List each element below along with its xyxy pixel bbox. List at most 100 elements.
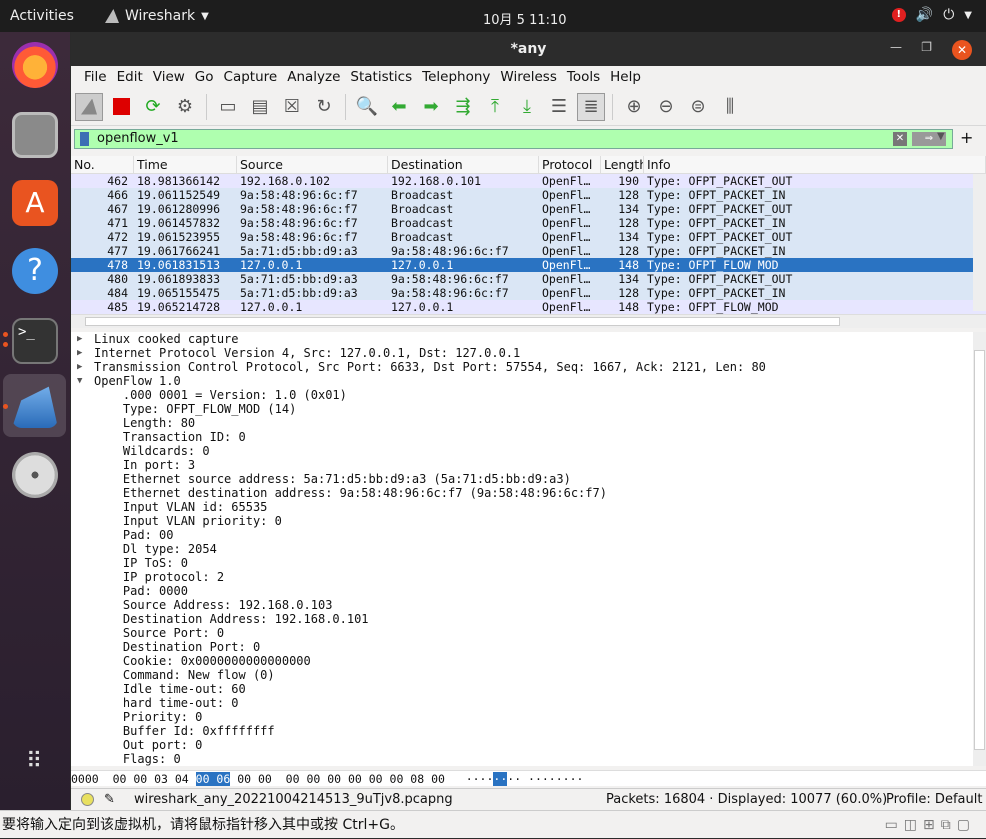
detail-row[interactable]: Input VLAN id: 65535 <box>71 500 986 514</box>
help-icon[interactable]: ? <box>12 248 58 294</box>
restart-capture-icon[interactable]: ⟳ <box>139 93 167 121</box>
detail-row[interactable]: ▼ OpenFlow 1.0 <box>71 374 986 388</box>
expand-icon[interactable]: ▶ <box>77 346 82 360</box>
expand-icon[interactable]: ▶ <box>77 332 82 346</box>
clear-filter-icon[interactable]: ✕ <box>893 132 907 146</box>
detail-row[interactable]: IP protocol: 2 <box>71 570 986 584</box>
column-length[interactable]: Length <box>601 156 644 173</box>
go-back-icon[interactable]: ⬅ <box>385 93 413 121</box>
app-grid-icon[interactable]: ⠿ <box>12 751 58 798</box>
open-file-icon[interactable]: ▭ <box>214 93 242 121</box>
column-no[interactable]: No. <box>71 156 134 173</box>
packet-row[interactable]: 485 19.065214728 127.0.0.1 127.0.0.1 OpenFl…… <box>71 300 986 314</box>
detail-row[interactable]: Pad: 0000 <box>71 584 986 598</box>
find-packet-icon[interactable]: 🔍 <box>353 93 381 121</box>
menu-edit[interactable]: Edit <box>112 69 148 85</box>
expand-icon[interactable]: ▶ <box>77 360 82 374</box>
detail-row[interactable]: Transaction ID: 0 <box>71 430 986 444</box>
go-forward-icon[interactable]: ➡ <box>417 93 445 121</box>
reload-icon[interactable]: ↻ <box>310 93 338 121</box>
packet-row[interactable]: 480 19.061893833 5a:71:d5:bb:d9:a3 9a:58:48… <box>71 272 986 286</box>
stop-capture-icon[interactable] <box>107 93 135 121</box>
column-destination[interactable]: Destination <box>388 156 539 173</box>
zoom-out-icon[interactable]: ⊖ <box>652 93 680 121</box>
detail-row[interactable]: .000 0001 = Version: 1.0 (0x01) <box>71 388 986 402</box>
profile-label[interactable]: Profile: Default <box>886 789 982 811</box>
column-time[interactable]: Time <box>134 156 237 173</box>
hex-bytes-highlight[interactable]: 00 06 <box>195 772 231 786</box>
system-tray[interactable]: ! 🔊 ⏻ ▼ <box>891 7 972 23</box>
packet-row[interactable]: 472 19.061523955 9a:58:48:96:6c:f7 Broadcas… <box>71 230 986 244</box>
detail-row[interactable]: Idle time-out: 60 <box>71 682 986 696</box>
packet-details-scrollbar[interactable] <box>973 332 986 766</box>
alert-icon[interactable]: ! <box>891 8 906 22</box>
menu-analyze[interactable]: Analyze <box>282 69 345 85</box>
detail-row[interactable]: Dl type: 2054 <box>71 542 986 556</box>
display-filter-input[interactable]: openflow_v1 ✕ ⇒ <box>74 129 953 149</box>
detail-row[interactable]: In port: 3 <box>71 458 986 472</box>
detail-row[interactable]: ▶ Internet Protocol Version 4, Src: 127.0… <box>71 346 986 360</box>
packet-row[interactable]: 462 18.981366142 192.168.0.102 192.168.0.10… <box>71 174 986 188</box>
menu-capture[interactable]: Capture <box>219 69 283 85</box>
start-capture-icon[interactable] <box>75 92 103 121</box>
bookmark-icon[interactable] <box>80 132 89 146</box>
detail-row[interactable]: Source Port: 0 <box>71 626 986 640</box>
packet-row[interactable]: 471 19.061457832 9a:58:48:96:6c:f7 Broadcas… <box>71 216 986 230</box>
files-icon[interactable] <box>12 112 58 158</box>
zoom-in-icon[interactable]: ⊕ <box>620 93 648 121</box>
packet-list-hscrollbar[interactable] <box>71 314 986 328</box>
maximize-icon[interactable]: ❐ <box>921 40 932 54</box>
packet-row[interactable]: 484 19.065155475 5a:71:d5:bb:d9:a3 9a:58:48… <box>71 286 986 300</box>
zoom-reset-icon[interactable]: ⊜ <box>684 93 712 121</box>
detail-row[interactable]: Wildcards: 0 <box>71 444 986 458</box>
go-to-packet-icon[interactable]: ⇶ <box>449 93 477 121</box>
close-icon[interactable]: ✕ <box>952 40 972 60</box>
menu-wireless[interactable]: Wireless <box>495 69 562 85</box>
save-file-icon[interactable]: ▤ <box>246 93 274 121</box>
detail-row[interactable]: Ethernet source address: 5a:71:d5:bb:d9:… <box>71 472 986 486</box>
dvd-icon[interactable] <box>12 452 58 498</box>
menu-go[interactable]: Go <box>190 69 219 85</box>
menu-statistics[interactable]: Statistics <box>345 69 417 85</box>
packet-list-scrollbar[interactable] <box>973 174 986 311</box>
clock[interactable]: 10月 5 11:10 <box>483 9 567 28</box>
packet-row[interactable]: 477 19.061766241 5a:71:d5:bb:d9:a3 9a:58:48… <box>71 244 986 258</box>
detail-row[interactable]: hard time-out: 0 <box>71 696 986 710</box>
expert-info-icon[interactable] <box>81 793 94 806</box>
resize-columns-icon[interactable]: ⫼ <box>716 93 744 121</box>
autoscroll-icon[interactable]: ☰ <box>545 93 573 121</box>
menu-telephony[interactable]: Telephony <box>417 69 495 85</box>
detail-row[interactable]: Input VLAN priority: 0 <box>71 514 986 528</box>
menu-file[interactable]: File <box>79 69 112 85</box>
column-protocol[interactable]: Protocol <box>539 156 601 173</box>
vm-device-icons[interactable]: ▭◫⊞⧉▢ <box>885 811 976 839</box>
collapse-icon[interactable]: ▼ <box>77 374 82 388</box>
ascii-highlight[interactable]: ·· <box>493 772 508 786</box>
software-store-icon[interactable]: A <box>12 180 58 226</box>
detail-row[interactable]: ▶ Linux cooked capture <box>71 332 986 346</box>
activities-button[interactable]: Activities <box>10 8 74 24</box>
first-packet-icon[interactable]: ⤒ <box>481 93 509 121</box>
firefox-icon[interactable] <box>12 42 58 88</box>
close-file-icon[interactable]: ☒ <box>278 93 306 121</box>
detail-row[interactable]: Pad: 00 <box>71 528 986 542</box>
detail-row[interactable]: IP ToS: 0 <box>71 556 986 570</box>
packet-row[interactable]: 467 19.061280996 9a:58:48:96:6c:f7 Broadcas… <box>71 202 986 216</box>
detail-row[interactable]: Cookie: 0x0000000000000000 <box>71 654 986 668</box>
detail-row[interactable]: Priority: 0 <box>71 710 986 724</box>
detail-row[interactable]: ▶ Transmission Control Protocol, Src Port… <box>71 360 986 374</box>
chevron-down-icon[interactable]: ▼ <box>937 131 945 142</box>
detail-row[interactable]: Length: 80 <box>71 416 986 430</box>
detail-row[interactable]: Ethernet destination address: 9a:58:48:9… <box>71 486 986 500</box>
detail-row[interactable]: Type: OFPT_FLOW_MOD (14) <box>71 402 986 416</box>
minimize-icon[interactable]: — <box>890 40 902 54</box>
detail-row[interactable]: Destination Port: 0 <box>71 640 986 654</box>
add-filter-button[interactable]: + <box>960 128 973 147</box>
packet-row[interactable]: 478 19.061831513 127.0.0.1 127.0.0.1 OpenFl…… <box>71 258 986 272</box>
detail-row[interactable]: Source Address: 192.168.0.103 <box>71 598 986 612</box>
detail-row[interactable]: Command: New flow (0) <box>71 668 986 682</box>
detail-row[interactable]: Out port: 0 <box>71 738 986 752</box>
colorize-icon[interactable]: ≣ <box>577 92 605 121</box>
edit-comment-icon[interactable]: ✎ <box>104 789 115 811</box>
capture-options-icon[interactable]: ⚙ <box>171 93 199 121</box>
